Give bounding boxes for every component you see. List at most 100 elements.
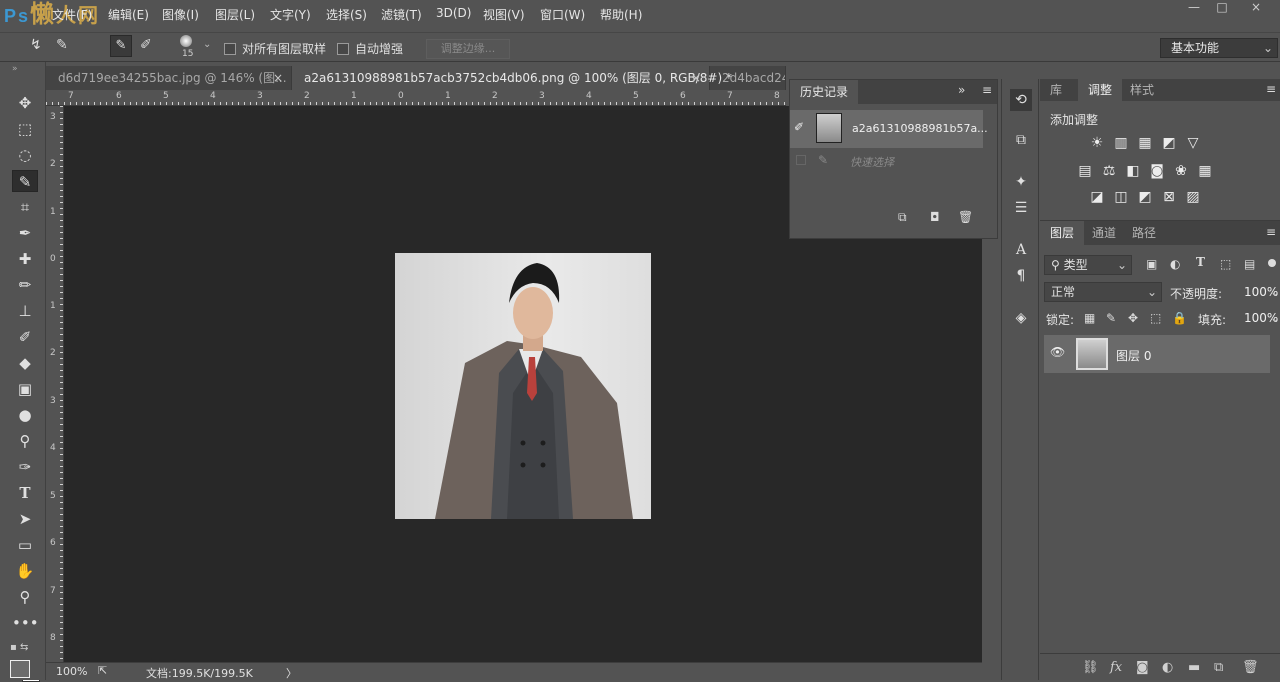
color-balance-icon[interactable]: ⚖ [1100,163,1118,179]
tab-document-1[interactable]: d6d719ee34255bac.jpg @ 146% (图... × [46,66,292,90]
chevron-down-icon[interactable]: ⌄ [203,39,211,50]
zoom-tool-icon[interactable]: ⚲ [12,586,38,608]
new-layer-icon[interactable]: ⧉ [1214,660,1223,675]
close-window-button[interactable]: × [1242,0,1270,16]
maximize-button[interactable]: □ [1208,0,1236,16]
add-selection-icon[interactable]: ✎ [56,37,68,53]
filter-shape-icon[interactable]: ⬚ [1220,257,1231,271]
history-panel-title[interactable]: 历史记录 [790,80,859,104]
brush-presets-icon[interactable]: ✦ [1010,171,1032,193]
brightness-icon[interactable]: ☀ [1088,135,1106,151]
menu-window[interactable]: 窗口(W) [540,6,585,23]
refine-edge-button[interactable]: 调整边缘... [426,39,510,59]
brush-tool-icon[interactable]: ✏ [12,274,38,296]
tab-paths[interactable]: 路径 [1122,221,1166,245]
filter-toggle-icon[interactable] [1268,259,1276,267]
lock-position-icon[interactable]: ✥ [1128,311,1138,325]
minimize-button[interactable]: — [1180,0,1208,16]
eye-icon[interactable]: 👁 [1050,345,1065,359]
dodge-tool-icon[interactable]: ⚲ [12,430,38,452]
subtract-selection-icon[interactable]: ✎ [110,35,132,57]
tab-document-2[interactable]: a2a61310988981b57acb3752cb4db06.png @ 10… [292,66,732,90]
menu-view[interactable]: 视图(V) [483,6,525,23]
gradient-map-icon[interactable]: ▨ [1184,189,1202,205]
hand-tool-icon[interactable]: ✋ [12,560,38,582]
layer-name[interactable]: 图层 0 [1116,347,1151,364]
document-image[interactable] [395,253,651,519]
invert-icon[interactable]: ◪ [1088,189,1106,205]
quick-selection-tool-icon[interactable]: ✎ [12,170,38,192]
close-icon[interactable]: × [273,66,283,90]
filter-smart-object-icon[interactable]: ▤ [1244,257,1255,271]
panel-menu-icon[interactable]: ≡ [1266,82,1276,96]
collapse-icon[interactable]: » [12,64,18,74]
filter-adjustment-icon[interactable]: ◐ [1170,257,1180,271]
tab-libraries[interactable]: 库 [1040,79,1072,101]
expand-icon[interactable]: » [958,83,965,97]
posterize-icon[interactable]: ◫ [1112,189,1130,205]
menu-help[interactable]: 帮助(H) [600,6,642,23]
panel-menu-icon[interactable]: ≡ [1266,225,1276,239]
gradient-tool-icon[interactable]: ▣ [12,378,38,400]
filter-pixel-icon[interactable]: ▣ [1146,257,1157,271]
link-layers-icon[interactable]: ⛓ [1082,660,1099,675]
new-group-icon[interactable]: ▬ [1188,660,1200,675]
quick-select-icon[interactable]: ↯ [30,37,42,53]
levels-icon[interactable]: ▥ [1112,135,1130,151]
threshold-icon[interactable]: ◩ [1136,189,1154,205]
eyedropper-tool-icon[interactable]: ✒ [12,222,38,244]
auto-enhance-checkbox[interactable] [337,41,349,55]
camera-icon[interactable]: ◘ [930,210,940,224]
blur-tool-icon[interactable]: ● [12,404,38,426]
menu-3d[interactable]: 3D(D) [436,6,471,20]
character-panel-icon[interactable]: A [1010,239,1032,261]
paragraph-panel-icon[interactable]: ¶ [1010,265,1032,287]
menu-select[interactable]: 选择(S) [326,6,367,23]
lasso-tool-icon[interactable]: ◌ [12,144,38,166]
tab-document-3[interactable]: 2d4bacd245 [710,66,786,90]
sample-all-checkbox[interactable] [224,41,236,55]
adjust-sliders-icon[interactable]: ☰ [1010,197,1032,219]
eraser-tool-icon[interactable]: ◆ [12,352,38,374]
clone-stamp-tool-icon[interactable]: ⊥ [12,300,38,322]
more-tools-icon[interactable]: ••• [12,612,39,634]
tab-layers[interactable]: 图层 [1040,221,1085,245]
chevron-down-icon[interactable]: ⌄ [1270,311,1280,325]
layer-filter-select[interactable]: ⚲ 类型 ⌄ [1044,255,1132,275]
crop-tool-icon[interactable]: ⌗ [12,196,38,218]
history-source-box[interactable] [796,155,806,165]
menu-type[interactable]: 文字(Y) [270,6,311,23]
history-state-row[interactable]: ✎ 快速选择 [790,150,983,174]
trash-icon[interactable]: 🗑 [958,210,973,224]
properties-icon[interactable]: ⧉ [1010,129,1032,151]
history-brush-source-icon[interactable]: ✐ [794,120,804,134]
photo-filter-icon[interactable]: ◙ [1148,163,1166,179]
3d-panel-icon[interactable]: ◈ [1010,307,1032,329]
tab-adjustments[interactable]: 调整 [1078,79,1123,101]
delete-layer-icon[interactable]: 🗑 [1242,660,1259,675]
healing-brush-tool-icon[interactable]: ✚ [12,248,38,270]
menu-layer[interactable]: 图层(L) [215,6,255,23]
close-icon[interactable]: × [691,66,701,90]
channel-mixer-icon[interactable]: ❀ [1172,163,1190,179]
workspace-select[interactable]: 基本功能 ⌄ [1160,38,1278,58]
vibrance-icon[interactable]: ▽ [1184,135,1202,151]
history-panel-icon[interactable]: ⟲ [1010,89,1032,111]
filter-type-icon[interactable]: T [1196,255,1205,269]
blend-mode-select[interactable]: 正常 ⌄ [1044,282,1162,302]
history-snapshot-row[interactable]: ✐ a2a61310988981b57a... [790,110,988,148]
type-tool-icon[interactable]: T [12,482,38,504]
new-document-icon[interactable]: ⧉ [898,210,907,225]
marquee-tool-icon[interactable]: ⬚ [12,118,38,140]
fx-icon[interactable]: fx [1110,660,1122,675]
new-adjustment-layer-icon[interactable]: ◐ [1162,660,1173,675]
status-menu-arrow[interactable]: 〉 [286,665,297,681]
move-tool-icon[interactable]: ✥ [12,92,38,114]
color-lookup-icon[interactable]: ▦ [1196,163,1214,179]
black-white-icon[interactable]: ◧ [1124,163,1142,179]
default-colors-icon[interactable]: ▪ ⇆ [10,642,28,653]
lock-transparent-icon[interactable]: ▦ [1084,311,1095,325]
tab-channels[interactable]: 通道 [1082,221,1126,245]
menu-filter[interactable]: 滤镜(T) [381,6,422,23]
rectangle-tool-icon[interactable]: ▭ [12,534,38,556]
